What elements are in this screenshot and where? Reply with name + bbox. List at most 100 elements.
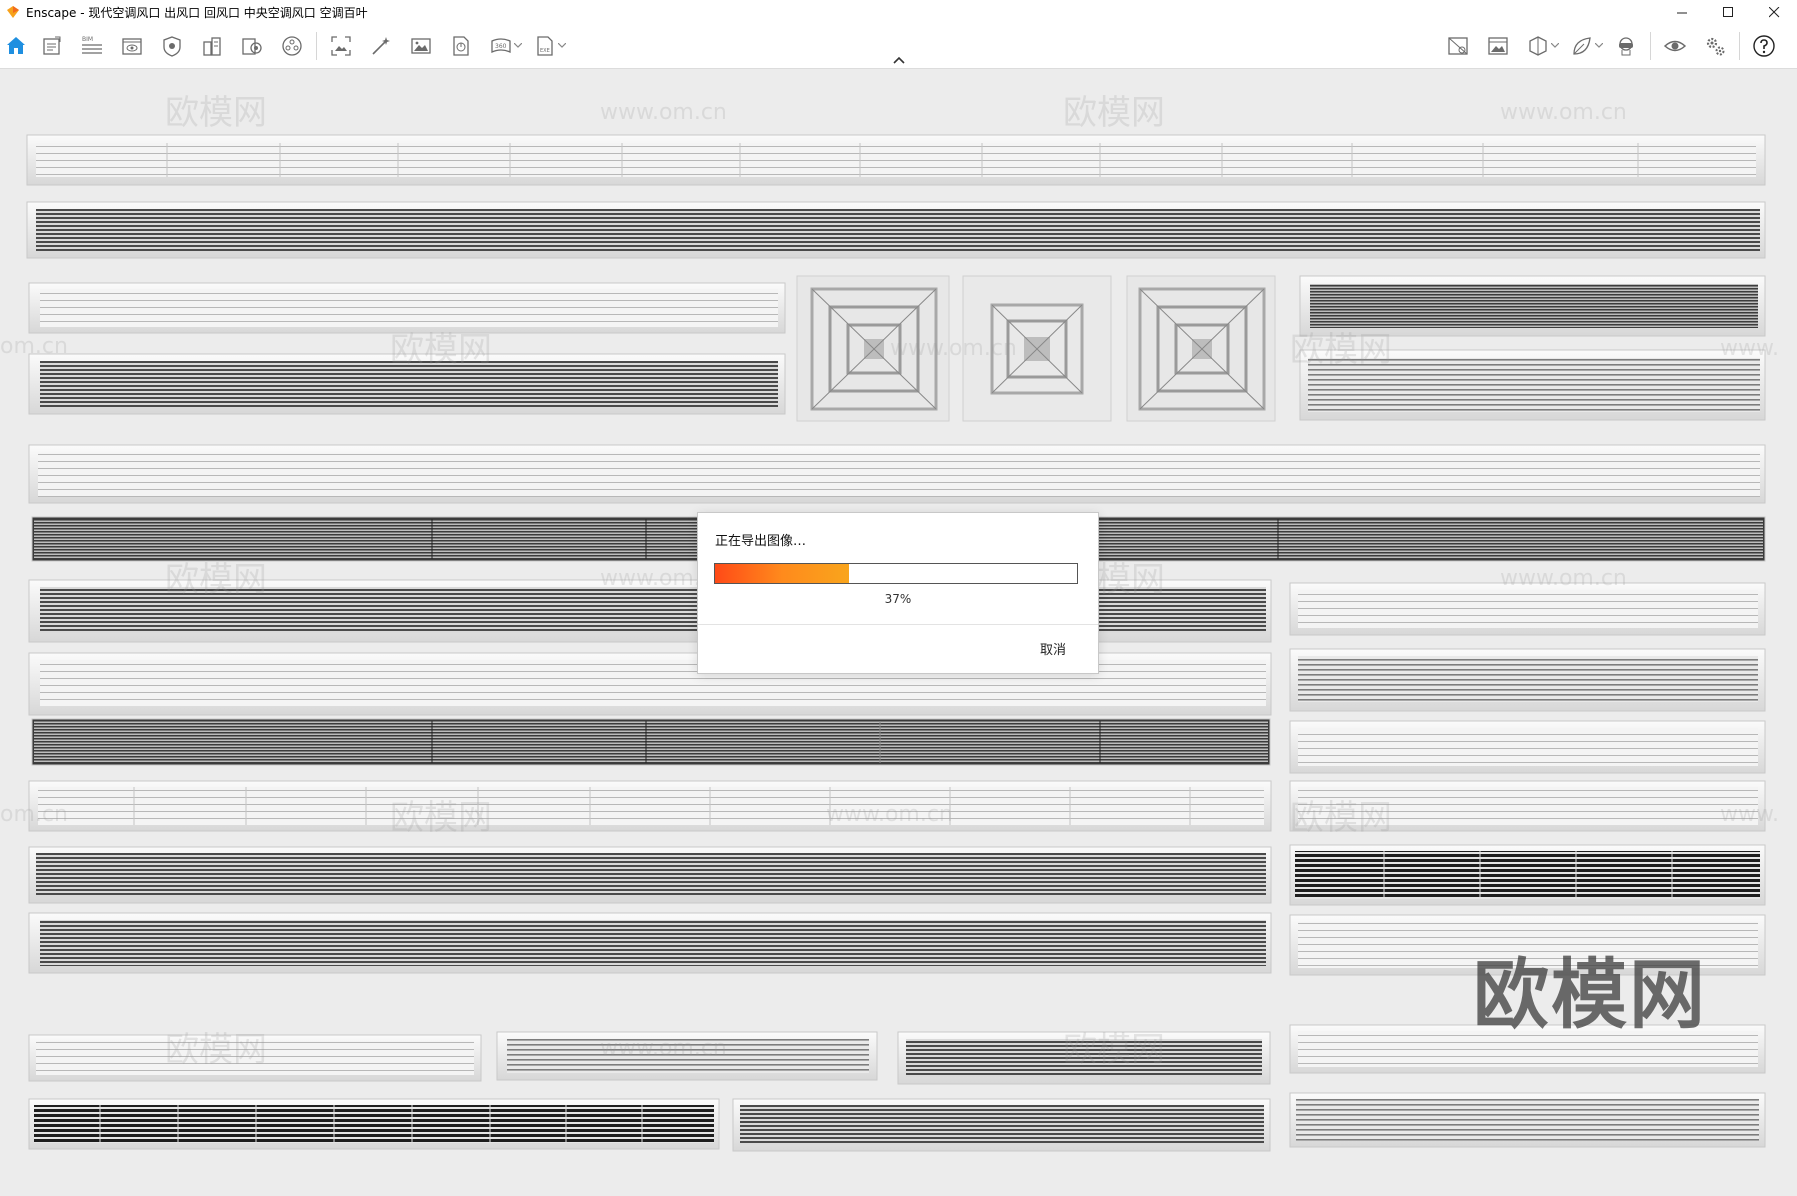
view-eye-icon <box>1663 40 1687 52</box>
batch-rendering-icon <box>372 37 390 55</box>
grille-linear-dark-small <box>732 1098 1271 1152</box>
watermark-text: 欧模网 <box>165 560 267 600</box>
grille-linear-dark-right <box>1299 275 1766 337</box>
square-diffuser <box>1126 275 1276 422</box>
maximize-button[interactable] <box>1705 0 1751 24</box>
visual-settings-icon <box>1448 37 1468 55</box>
help-icon <box>1753 35 1775 57</box>
material-editor-button[interactable] <box>232 29 272 63</box>
grille-linear-light-segmented <box>28 780 1272 832</box>
web-standalone-button[interactable]: EXE <box>525 29 565 63</box>
vr-headset-icon <box>1619 37 1633 56</box>
watermark-text: www. <box>1720 802 1779 827</box>
general-settings-button[interactable] <box>1695 29 1735 63</box>
grille-linear-dark-mid <box>28 846 1272 904</box>
window-controls <box>1659 0 1797 24</box>
object-visibility-icon <box>163 36 181 57</box>
section-icon <box>1529 36 1547 56</box>
export-progress-dialog: 正在导出图像… 37% 取消 <box>697 512 1099 674</box>
image-settings-button[interactable] <box>1478 29 1518 63</box>
progress-bar <box>714 563 1078 584</box>
grille-linear-black-small <box>28 1098 720 1150</box>
watermark-text: om.cn <box>0 802 68 827</box>
grille-linear-light-right <box>1289 720 1766 774</box>
cancel-button[interactable]: 取消 <box>1036 637 1070 660</box>
bim-label: BIM <box>82 36 93 43</box>
minimize-button[interactable] <box>1659 0 1705 24</box>
watermark-text: www.om.cn <box>1500 566 1627 591</box>
toolbar-separator <box>1739 32 1740 60</box>
watermark-text: om.cn <box>0 334 68 359</box>
project-info-icon <box>43 36 61 55</box>
grille-linear-dark-mid <box>28 912 1272 974</box>
svg-text:360: 360 <box>495 43 507 50</box>
watermark-text: www.om.cn <box>826 802 953 827</box>
svg-text:EXE: EXE <box>540 48 550 54</box>
watermark-text: 欧模网 <box>1063 93 1165 133</box>
grille-linear-light <box>26 134 1766 186</box>
atmosphere-button[interactable] <box>272 29 312 63</box>
screenshot-button[interactable] <box>321 29 361 63</box>
watermark-text: www.om.cn <box>600 100 727 125</box>
vr-button[interactable] <box>1606 29 1646 63</box>
view-management-button[interactable] <box>112 29 152 63</box>
toolbar-separator <box>1650 32 1651 60</box>
toolbar-right-group <box>1438 24 1784 68</box>
enscape-logo-icon <box>7 6 19 18</box>
standalone-export-button[interactable] <box>441 29 481 63</box>
close-icon <box>1768 6 1779 17</box>
site-context-icon <box>203 37 221 56</box>
exe-export-icon <box>453 36 469 56</box>
minimize-icon <box>1676 12 1687 13</box>
brand-watermark: 欧模网 <box>1473 950 1707 1039</box>
toolbar-left-group: BIM 360 EXE <box>0 24 569 68</box>
window-title: Enscape - 现代空调风口 出风口 回风口 中央空调风口 空调百叶 <box>26 5 368 20</box>
image-export-button[interactable] <box>401 29 441 63</box>
watermark-text: 欧模网 <box>165 1030 267 1070</box>
bim-button[interactable]: BIM <box>72 29 112 63</box>
home-button[interactable] <box>0 29 32 63</box>
capture-screenshot-icon <box>331 36 351 56</box>
batch-render-button[interactable] <box>361 29 401 63</box>
dialog-divider <box>698 624 1098 625</box>
panorama-icon: 360 <box>491 38 511 53</box>
view-button[interactable] <box>1655 29 1695 63</box>
grille-linear-medium-right <box>1289 1092 1766 1148</box>
close-button[interactable] <box>1751 0 1797 24</box>
watermark-text: www.om.cn <box>1500 100 1627 125</box>
watermark-text: 欧模网 <box>1063 1030 1165 1070</box>
grille-linear-light-short <box>28 282 786 334</box>
watermark-text: www.om.cn <box>890 336 1017 361</box>
watermark-text: 欧模网 <box>390 330 492 370</box>
progress-bar-fill <box>715 564 849 583</box>
general-settings-icon <box>1706 37 1725 56</box>
watermark-text: 欧模网 <box>390 798 492 838</box>
maximize-icon <box>1722 6 1733 17</box>
watermark-text: 欧模网 <box>165 93 267 133</box>
dialog-title: 正在导出图像… <box>715 534 807 549</box>
watermark-text: 欧模网 <box>1290 798 1392 838</box>
project-info-button[interactable] <box>32 29 72 63</box>
grille-linear-light-long <box>28 444 1766 504</box>
help-button[interactable] <box>1744 29 1784 63</box>
image-export-icon <box>411 38 431 54</box>
panorama-button[interactable]: 360 <box>481 29 521 63</box>
bim-list-icon: BIM <box>82 36 102 54</box>
material-editor-icon <box>242 38 262 55</box>
home-icon <box>7 37 25 54</box>
view-management-icon <box>122 38 142 55</box>
collapse-toolbar-chevron-icon[interactable] <box>891 54 907 66</box>
object-visibility-button[interactable] <box>152 29 192 63</box>
site-context-button[interactable] <box>192 29 232 63</box>
watermark-text: www. <box>1720 336 1779 361</box>
web-standalone-icon: EXE <box>537 36 553 56</box>
section-button[interactable] <box>1518 29 1558 63</box>
atmosphere-icon <box>282 36 302 56</box>
progress-percent: 37% <box>884 592 912 606</box>
toolbar-separator <box>316 32 317 60</box>
image-settings-icon <box>1488 37 1508 55</box>
grille-linear-medium-right <box>1289 648 1766 712</box>
asset-library-button[interactable] <box>1562 29 1602 63</box>
visual-settings-button[interactable] <box>1438 29 1478 63</box>
grille-linear-black-right <box>1289 844 1766 906</box>
